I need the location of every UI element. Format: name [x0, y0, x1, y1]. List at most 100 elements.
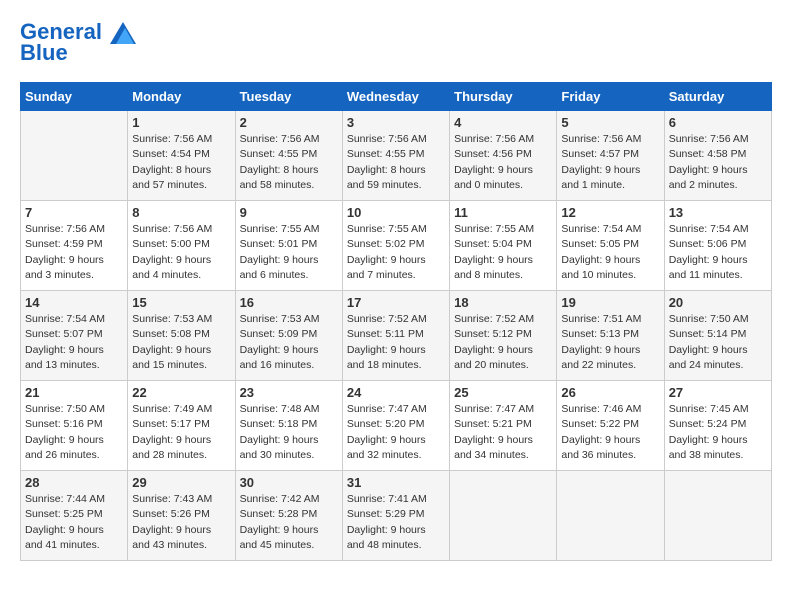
day-number: 15 — [132, 295, 230, 310]
day-number: 30 — [240, 475, 338, 490]
weekday-header-row: SundayMondayTuesdayWednesdayThursdayFrid… — [21, 83, 772, 111]
calendar-cell: 19Sunrise: 7:51 AMSunset: 5:13 PMDayligh… — [557, 291, 664, 381]
day-number: 12 — [561, 205, 659, 220]
day-info: Sunrise: 7:50 AMSunset: 5:16 PMDaylight:… — [25, 402, 123, 463]
day-info: Sunrise: 7:55 AMSunset: 5:01 PMDaylight:… — [240, 222, 338, 283]
day-info: Sunrise: 7:44 AMSunset: 5:25 PMDaylight:… — [25, 492, 123, 553]
calendar-cell — [557, 471, 664, 561]
day-info: Sunrise: 7:54 AMSunset: 5:07 PMDaylight:… — [25, 312, 123, 373]
day-number: 31 — [347, 475, 445, 490]
day-info: Sunrise: 7:51 AMSunset: 5:13 PMDaylight:… — [561, 312, 659, 373]
day-number: 7 — [25, 205, 123, 220]
day-number: 3 — [347, 115, 445, 130]
weekday-header-friday: Friday — [557, 83, 664, 111]
day-info: Sunrise: 7:43 AMSunset: 5:26 PMDaylight:… — [132, 492, 230, 553]
day-number: 20 — [669, 295, 767, 310]
calendar-cell: 30 Sunrise: 7:42 AMSunset: 5:28 PMDayligh… — [235, 471, 342, 561]
calendar-table: SundayMondayTuesdayWednesdayThursdayFrid… — [20, 82, 772, 561]
day-info: Sunrise: 7:53 AMSunset: 5:09 PMDaylight:… — [240, 312, 338, 373]
calendar-cell: 17 Sunrise: 7:52 AMSunset: 5:11 PMDayligh… — [342, 291, 449, 381]
calendar-week-2: 7Sunrise: 7:56 AMSunset: 4:59 PMDaylight… — [21, 201, 772, 291]
day-info: Sunrise: 7:52 AMSunset: 5:12 PMDaylight:… — [454, 312, 552, 373]
day-number: 9 — [240, 205, 338, 220]
day-number: 25 — [454, 385, 552, 400]
calendar-cell: 10Sunrise: 7:55 AMSunset: 5:02 PMDayligh… — [342, 201, 449, 291]
day-number: 8 — [132, 205, 230, 220]
day-info: Sunrise: 7:55 AMSunset: 5:02 PMDaylight:… — [347, 222, 445, 283]
calendar-cell: 7Sunrise: 7:56 AMSunset: 4:59 PMDaylight… — [21, 201, 128, 291]
calendar-cell — [21, 111, 128, 201]
day-number: 21 — [25, 385, 123, 400]
day-number: 11 — [454, 205, 552, 220]
calendar-cell: 24Sunrise: 7:47 AMSunset: 5:20 PMDayligh… — [342, 381, 449, 471]
day-info: Sunrise: 7:56 AMSunset: 4:55 PMDaylight:… — [347, 132, 445, 193]
day-info: Sunrise: 7:56 AMSunset: 4:58 PMDaylight:… — [669, 132, 767, 193]
logo: General Blue — [20, 20, 136, 66]
weekday-header-tuesday: Tuesday — [235, 83, 342, 111]
day-info: Sunrise: 7:54 AMSunset: 5:06 PMDaylight:… — [669, 222, 767, 283]
day-number: 6 — [669, 115, 767, 130]
day-number: 26 — [561, 385, 659, 400]
calendar-cell: 6 Sunrise: 7:56 AMSunset: 4:58 PMDaylight… — [664, 111, 771, 201]
weekday-header-monday: Monday — [128, 83, 235, 111]
day-info: Sunrise: 7:47 AMSunset: 5:21 PMDaylight:… — [454, 402, 552, 463]
calendar-cell: 22 Sunrise: 7:49 AMSunset: 5:17 PMDayligh… — [128, 381, 235, 471]
calendar-cell: 29 Sunrise: 7:43 AMSunset: 5:26 PMDayligh… — [128, 471, 235, 561]
calendar-cell — [450, 471, 557, 561]
day-info: Sunrise: 7:56 AMSunset: 5:00 PMDaylight:… — [132, 222, 230, 283]
day-info: Sunrise: 7:56 AMSunset: 4:56 PMDaylight:… — [454, 132, 552, 193]
calendar-cell: 11 Sunrise: 7:55 AMSunset: 5:04 PMDayligh… — [450, 201, 557, 291]
day-info: Sunrise: 7:42 AMSunset: 5:28 PMDaylight:… — [240, 492, 338, 553]
calendar-cell: 20 Sunrise: 7:50 AMSunset: 5:14 PMDayligh… — [664, 291, 771, 381]
weekday-header-thursday: Thursday — [450, 83, 557, 111]
day-number: 14 — [25, 295, 123, 310]
day-info: Sunrise: 7:55 AMSunset: 5:04 PMDaylight:… — [454, 222, 552, 283]
day-info: Sunrise: 7:56 AMSunset: 4:57 PMDaylight:… — [561, 132, 659, 193]
calendar-body: 1 Sunrise: 7:56 AMSunset: 4:54 PMDaylight… — [21, 111, 772, 561]
day-info: Sunrise: 7:56 AMSunset: 4:54 PMDaylight:… — [132, 132, 230, 193]
calendar-cell: 3 Sunrise: 7:56 AMSunset: 4:55 PMDaylight… — [342, 111, 449, 201]
logo-icon — [110, 22, 136, 44]
day-info: Sunrise: 7:46 AMSunset: 5:22 PMDaylight:… — [561, 402, 659, 463]
day-info: Sunrise: 7:52 AMSunset: 5:11 PMDaylight:… — [347, 312, 445, 373]
calendar-week-1: 1 Sunrise: 7:56 AMSunset: 4:54 PMDaylight… — [21, 111, 772, 201]
day-info: Sunrise: 7:50 AMSunset: 5:14 PMDaylight:… — [669, 312, 767, 373]
calendar-cell — [664, 471, 771, 561]
calendar-week-5: 28 Sunrise: 7:44 AMSunset: 5:25 PMDayligh… — [21, 471, 772, 561]
calendar-cell: 26 Sunrise: 7:46 AMSunset: 5:22 PMDayligh… — [557, 381, 664, 471]
weekday-header-saturday: Saturday — [664, 83, 771, 111]
calendar-cell: 25 Sunrise: 7:47 AMSunset: 5:21 PMDayligh… — [450, 381, 557, 471]
day-number: 18 — [454, 295, 552, 310]
calendar-cell: 13 Sunrise: 7:54 AMSunset: 5:06 PMDayligh… — [664, 201, 771, 291]
calendar-cell: 15 Sunrise: 7:53 AMSunset: 5:08 PMDayligh… — [128, 291, 235, 381]
day-number: 1 — [132, 115, 230, 130]
day-number: 28 — [25, 475, 123, 490]
day-number: 22 — [132, 385, 230, 400]
calendar-cell: 21 Sunrise: 7:50 AMSunset: 5:16 PMDayligh… — [21, 381, 128, 471]
day-number: 24 — [347, 385, 445, 400]
calendar-cell: 18 Sunrise: 7:52 AMSunset: 5:12 PMDayligh… — [450, 291, 557, 381]
calendar-week-4: 21 Sunrise: 7:50 AMSunset: 5:16 PMDayligh… — [21, 381, 772, 471]
day-info: Sunrise: 7:48 AMSunset: 5:18 PMDaylight:… — [240, 402, 338, 463]
calendar-cell: 28 Sunrise: 7:44 AMSunset: 5:25 PMDayligh… — [21, 471, 128, 561]
calendar-cell: 14 Sunrise: 7:54 AMSunset: 5:07 PMDayligh… — [21, 291, 128, 381]
page-header: General Blue — [20, 20, 772, 66]
day-info: Sunrise: 7:56 AMSunset: 4:55 PMDaylight:… — [240, 132, 338, 193]
day-number: 29 — [132, 475, 230, 490]
calendar-cell: 23 Sunrise: 7:48 AMSunset: 5:18 PMDayligh… — [235, 381, 342, 471]
day-number: 17 — [347, 295, 445, 310]
calendar-cell: 2Sunrise: 7:56 AMSunset: 4:55 PMDaylight… — [235, 111, 342, 201]
calendar-cell: 5 Sunrise: 7:56 AMSunset: 4:57 PMDaylight… — [557, 111, 664, 201]
day-number: 13 — [669, 205, 767, 220]
day-number: 5 — [561, 115, 659, 130]
day-number: 23 — [240, 385, 338, 400]
day-info: Sunrise: 7:49 AMSunset: 5:17 PMDaylight:… — [132, 402, 230, 463]
calendar-cell: 16 Sunrise: 7:53 AMSunset: 5:09 PMDayligh… — [235, 291, 342, 381]
day-number: 16 — [240, 295, 338, 310]
day-info: Sunrise: 7:53 AMSunset: 5:08 PMDaylight:… — [132, 312, 230, 373]
day-info: Sunrise: 7:54 AMSunset: 5:05 PMDaylight:… — [561, 222, 659, 283]
calendar-cell: 27Sunrise: 7:45 AMSunset: 5:24 PMDayligh… — [664, 381, 771, 471]
calendar-cell: 8 Sunrise: 7:56 AMSunset: 5:00 PMDaylight… — [128, 201, 235, 291]
calendar-week-3: 14 Sunrise: 7:54 AMSunset: 5:07 PMDayligh… — [21, 291, 772, 381]
day-info: Sunrise: 7:45 AMSunset: 5:24 PMDaylight:… — [669, 402, 767, 463]
